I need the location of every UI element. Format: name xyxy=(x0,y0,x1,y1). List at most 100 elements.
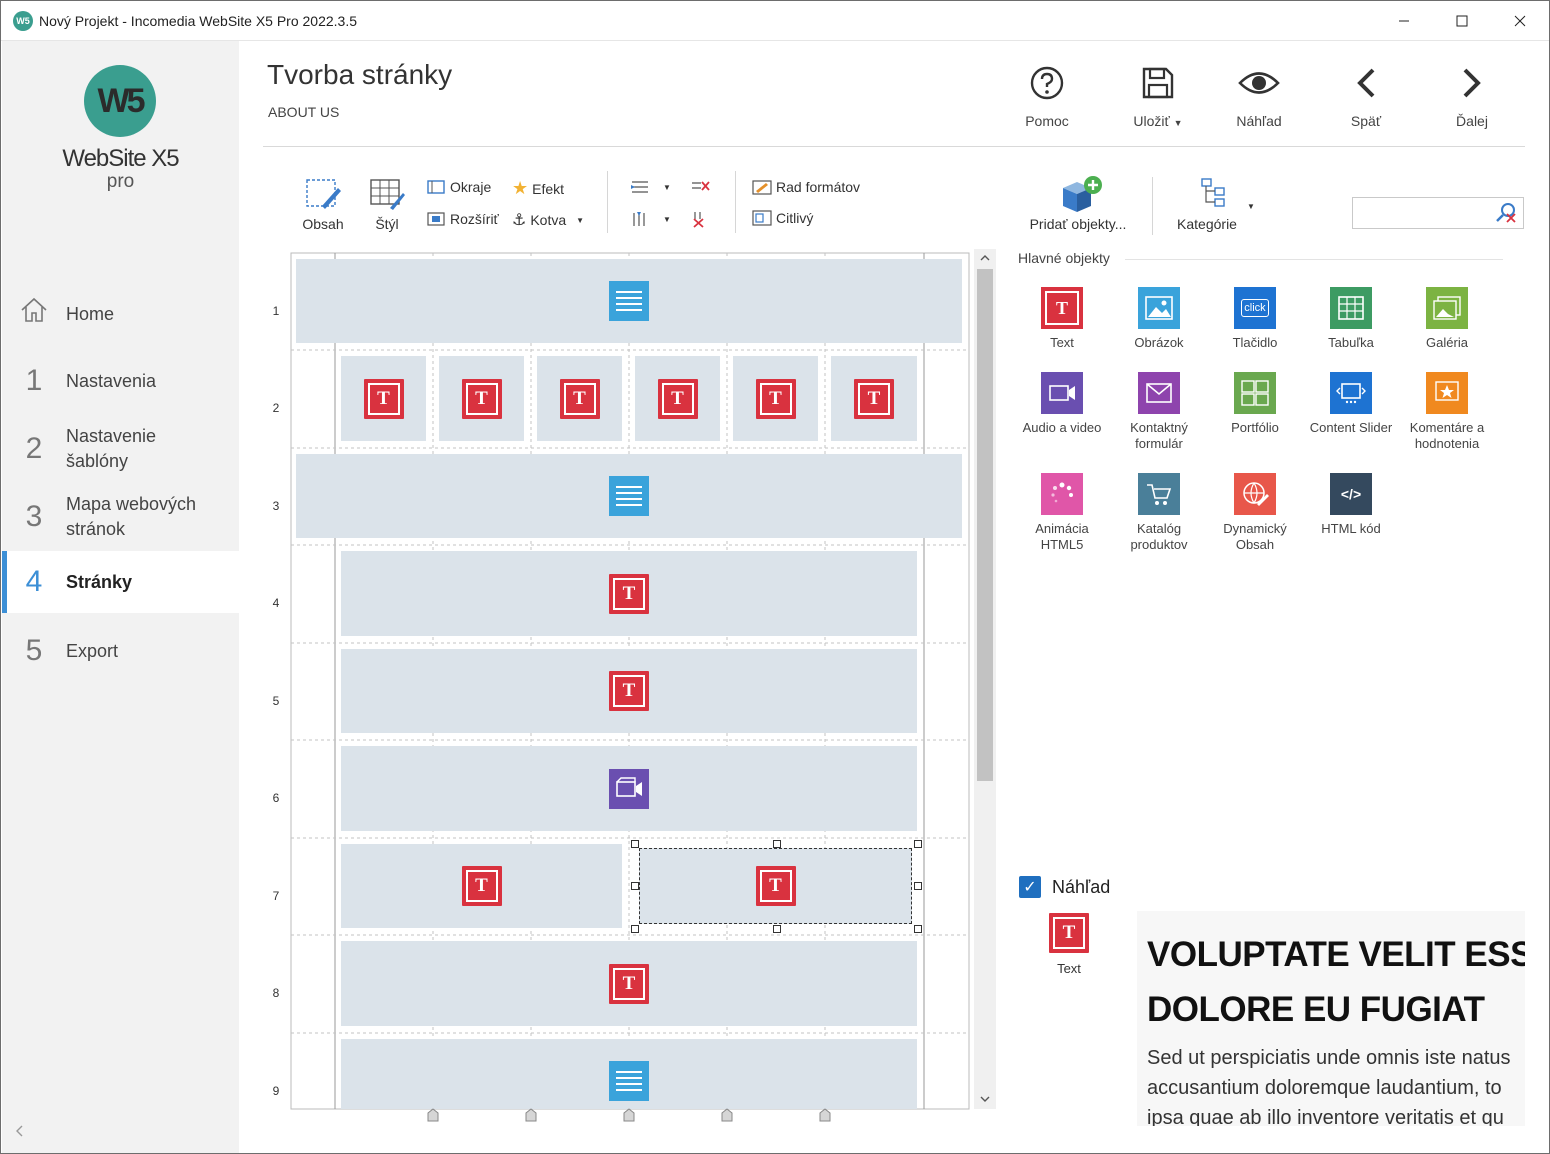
sidebar-item-home[interactable]: Home xyxy=(2,293,239,335)
sidebar-item-pages[interactable]: 4 Stránky xyxy=(2,551,239,613)
resize-handle[interactable] xyxy=(631,925,639,933)
checkbox-checked-icon[interactable]: ✓ xyxy=(1019,876,1041,898)
object-dynamic-content[interactable]: Dynamický Obsah xyxy=(1210,473,1300,553)
borders-button[interactable]: Okraje xyxy=(426,178,491,196)
app-window: W5 Nový Projekt - Incomedia WebSite X5 P… xyxy=(0,0,1550,1154)
search-input[interactable] xyxy=(1357,198,1487,226)
column-marker-icon[interactable] xyxy=(525,1108,537,1122)
grid-cell-text-object[interactable]: T xyxy=(733,356,818,441)
text-object-icon: T xyxy=(609,671,649,711)
object-image[interactable]: Obrázok xyxy=(1114,287,1204,351)
column-marker-icon[interactable] xyxy=(819,1108,831,1122)
resize-handle[interactable] xyxy=(631,840,639,848)
anchor-icon: ⚓ xyxy=(512,212,527,229)
content-button[interactable]: Obsah xyxy=(293,176,353,232)
grid-cell-text-object[interactable]: T xyxy=(635,356,720,441)
object-content-slider[interactable]: Content Slider xyxy=(1306,372,1396,436)
delete-row-button[interactable] xyxy=(689,178,711,196)
resize-handle[interactable] xyxy=(914,882,922,890)
column-marker-icon[interactable] xyxy=(427,1108,439,1122)
resize-handle[interactable] xyxy=(773,840,781,848)
scroll-up-icon[interactable] xyxy=(979,253,991,263)
object-comments[interactable]: Komentáre a hodnotenia xyxy=(1402,372,1492,452)
column-marker-icon[interactable] xyxy=(721,1108,733,1122)
format-order-button[interactable]: Rad formátov xyxy=(751,178,860,196)
grid-cell-text-object[interactable]: T xyxy=(341,844,622,928)
resize-handle[interactable] xyxy=(631,882,639,890)
preview-object-type: T Text xyxy=(1041,913,1097,976)
text-object-icon: T xyxy=(1049,913,1089,953)
sidebar-item-template[interactable]: 2 Nastavenie šablóny xyxy=(2,421,239,477)
preview-object-label: Text xyxy=(1057,961,1081,976)
minimize-button[interactable] xyxy=(1375,1,1433,41)
grid-cell-text-object[interactable]: T xyxy=(341,356,426,441)
object-contact-form[interactable]: Kontaktný formulár xyxy=(1114,372,1204,452)
scrollbar-thumb[interactable] xyxy=(977,269,993,781)
insert-column-icon xyxy=(633,212,645,226)
save-label: Uložiť xyxy=(1133,113,1170,129)
object-label: Galéria xyxy=(1426,335,1468,350)
maximize-button[interactable] xyxy=(1433,1,1491,41)
forward-button[interactable]: Ďalej xyxy=(1422,61,1522,129)
sidebar: W5 WebSite X5 pro Home 1 Nastavenia 2 Na… xyxy=(2,41,239,1153)
delete-column-button[interactable] xyxy=(689,210,711,228)
responsive-button[interactable]: Citlivý xyxy=(751,209,813,227)
back-button[interactable]: Späť xyxy=(1316,61,1416,129)
grid-cell-selected-text-object[interactable]: T xyxy=(639,848,912,924)
resize-handle[interactable] xyxy=(914,840,922,848)
sidebar-item-settings[interactable]: 1 Nastavenia xyxy=(2,359,239,403)
delete-column-icon xyxy=(693,212,704,228)
collapse-sidebar-button[interactable] xyxy=(14,1122,24,1143)
object-table[interactable]: Tabuľka xyxy=(1306,287,1396,351)
format-order-label: Rad formátov xyxy=(776,179,861,195)
resize-handle[interactable] xyxy=(773,925,781,933)
grid-cell-text-object[interactable]: T xyxy=(537,356,622,441)
grid-cell-text[interactable] xyxy=(341,1039,917,1109)
object-catalog[interactable]: Katalóg produktov xyxy=(1114,473,1204,553)
image-object-icon xyxy=(1138,287,1180,329)
expand-button[interactable]: Rozšíriť xyxy=(426,210,499,228)
dropdown-arrow-icon: ▼ xyxy=(1247,202,1255,211)
resize-handle[interactable] xyxy=(914,925,922,933)
object-audio-video[interactable]: Audio a video xyxy=(1017,372,1107,436)
grid-cell-text[interactable] xyxy=(296,259,962,343)
add-objects-button[interactable]: Pridať objekty... xyxy=(1023,174,1133,232)
object-label: Katalóg produktov xyxy=(1130,521,1188,552)
scroll-down-icon[interactable] xyxy=(979,1094,991,1104)
object-gallery[interactable]: Galéria xyxy=(1402,287,1492,351)
back-label: Späť xyxy=(1350,113,1382,129)
close-button[interactable] xyxy=(1491,1,1549,41)
column-marker-icon[interactable] xyxy=(623,1108,635,1122)
grid-cell-text-object[interactable]: T xyxy=(341,649,917,733)
object-button[interactable]: click Tlačidlo xyxy=(1210,287,1300,351)
insert-column-button[interactable]: ▼ xyxy=(629,210,671,228)
logo-name: WebSite X5 xyxy=(62,145,179,172)
grid-cell-text-object[interactable]: T xyxy=(831,356,917,441)
sidebar-item-export[interactable]: 5 Export xyxy=(2,629,239,673)
save-button[interactable]: Uložiť ▼ xyxy=(1108,61,1208,129)
row-number: 8 xyxy=(272,986,280,1000)
object-portfolio[interactable]: Portfólio xyxy=(1210,372,1300,436)
help-button[interactable]: Pomoc xyxy=(997,61,1097,129)
search-field[interactable] xyxy=(1352,197,1524,229)
grid-cell-audio-video[interactable] xyxy=(341,746,917,831)
object-text[interactable]: T Text xyxy=(1017,287,1107,351)
grid-cell-text[interactable] xyxy=(296,454,962,538)
preview-button[interactable]: Náhľad xyxy=(1209,61,1309,129)
effect-button[interactable]: ★ Efekt xyxy=(512,178,564,199)
preview-toggle[interactable]: ✓ Náhľad xyxy=(1019,876,1110,898)
sidebar-item-sitemap[interactable]: 3 Mapa webových stránok xyxy=(2,489,239,545)
grid-cell-text-object[interactable]: T xyxy=(341,941,917,1026)
insert-row-button[interactable]: ▼ xyxy=(629,178,671,196)
grid-cell-text-object[interactable]: T xyxy=(439,356,524,441)
style-button[interactable]: Štýl xyxy=(357,176,417,232)
grid-cell-text-object[interactable]: T xyxy=(341,551,917,636)
categories-button[interactable]: Kategórie ▼ xyxy=(1169,176,1259,232)
object-html-code[interactable]: </> HTML kód xyxy=(1306,473,1396,537)
row-number: 1 xyxy=(272,304,280,318)
delete-row-icon xyxy=(692,181,710,191)
object-animation[interactable]: Animácia HTML5 xyxy=(1017,473,1107,553)
gallery-object-icon xyxy=(1426,287,1468,329)
search-icon[interactable] xyxy=(1495,202,1517,229)
anchor-button[interactable]: ⚓ Kotva ▼ xyxy=(512,210,584,230)
